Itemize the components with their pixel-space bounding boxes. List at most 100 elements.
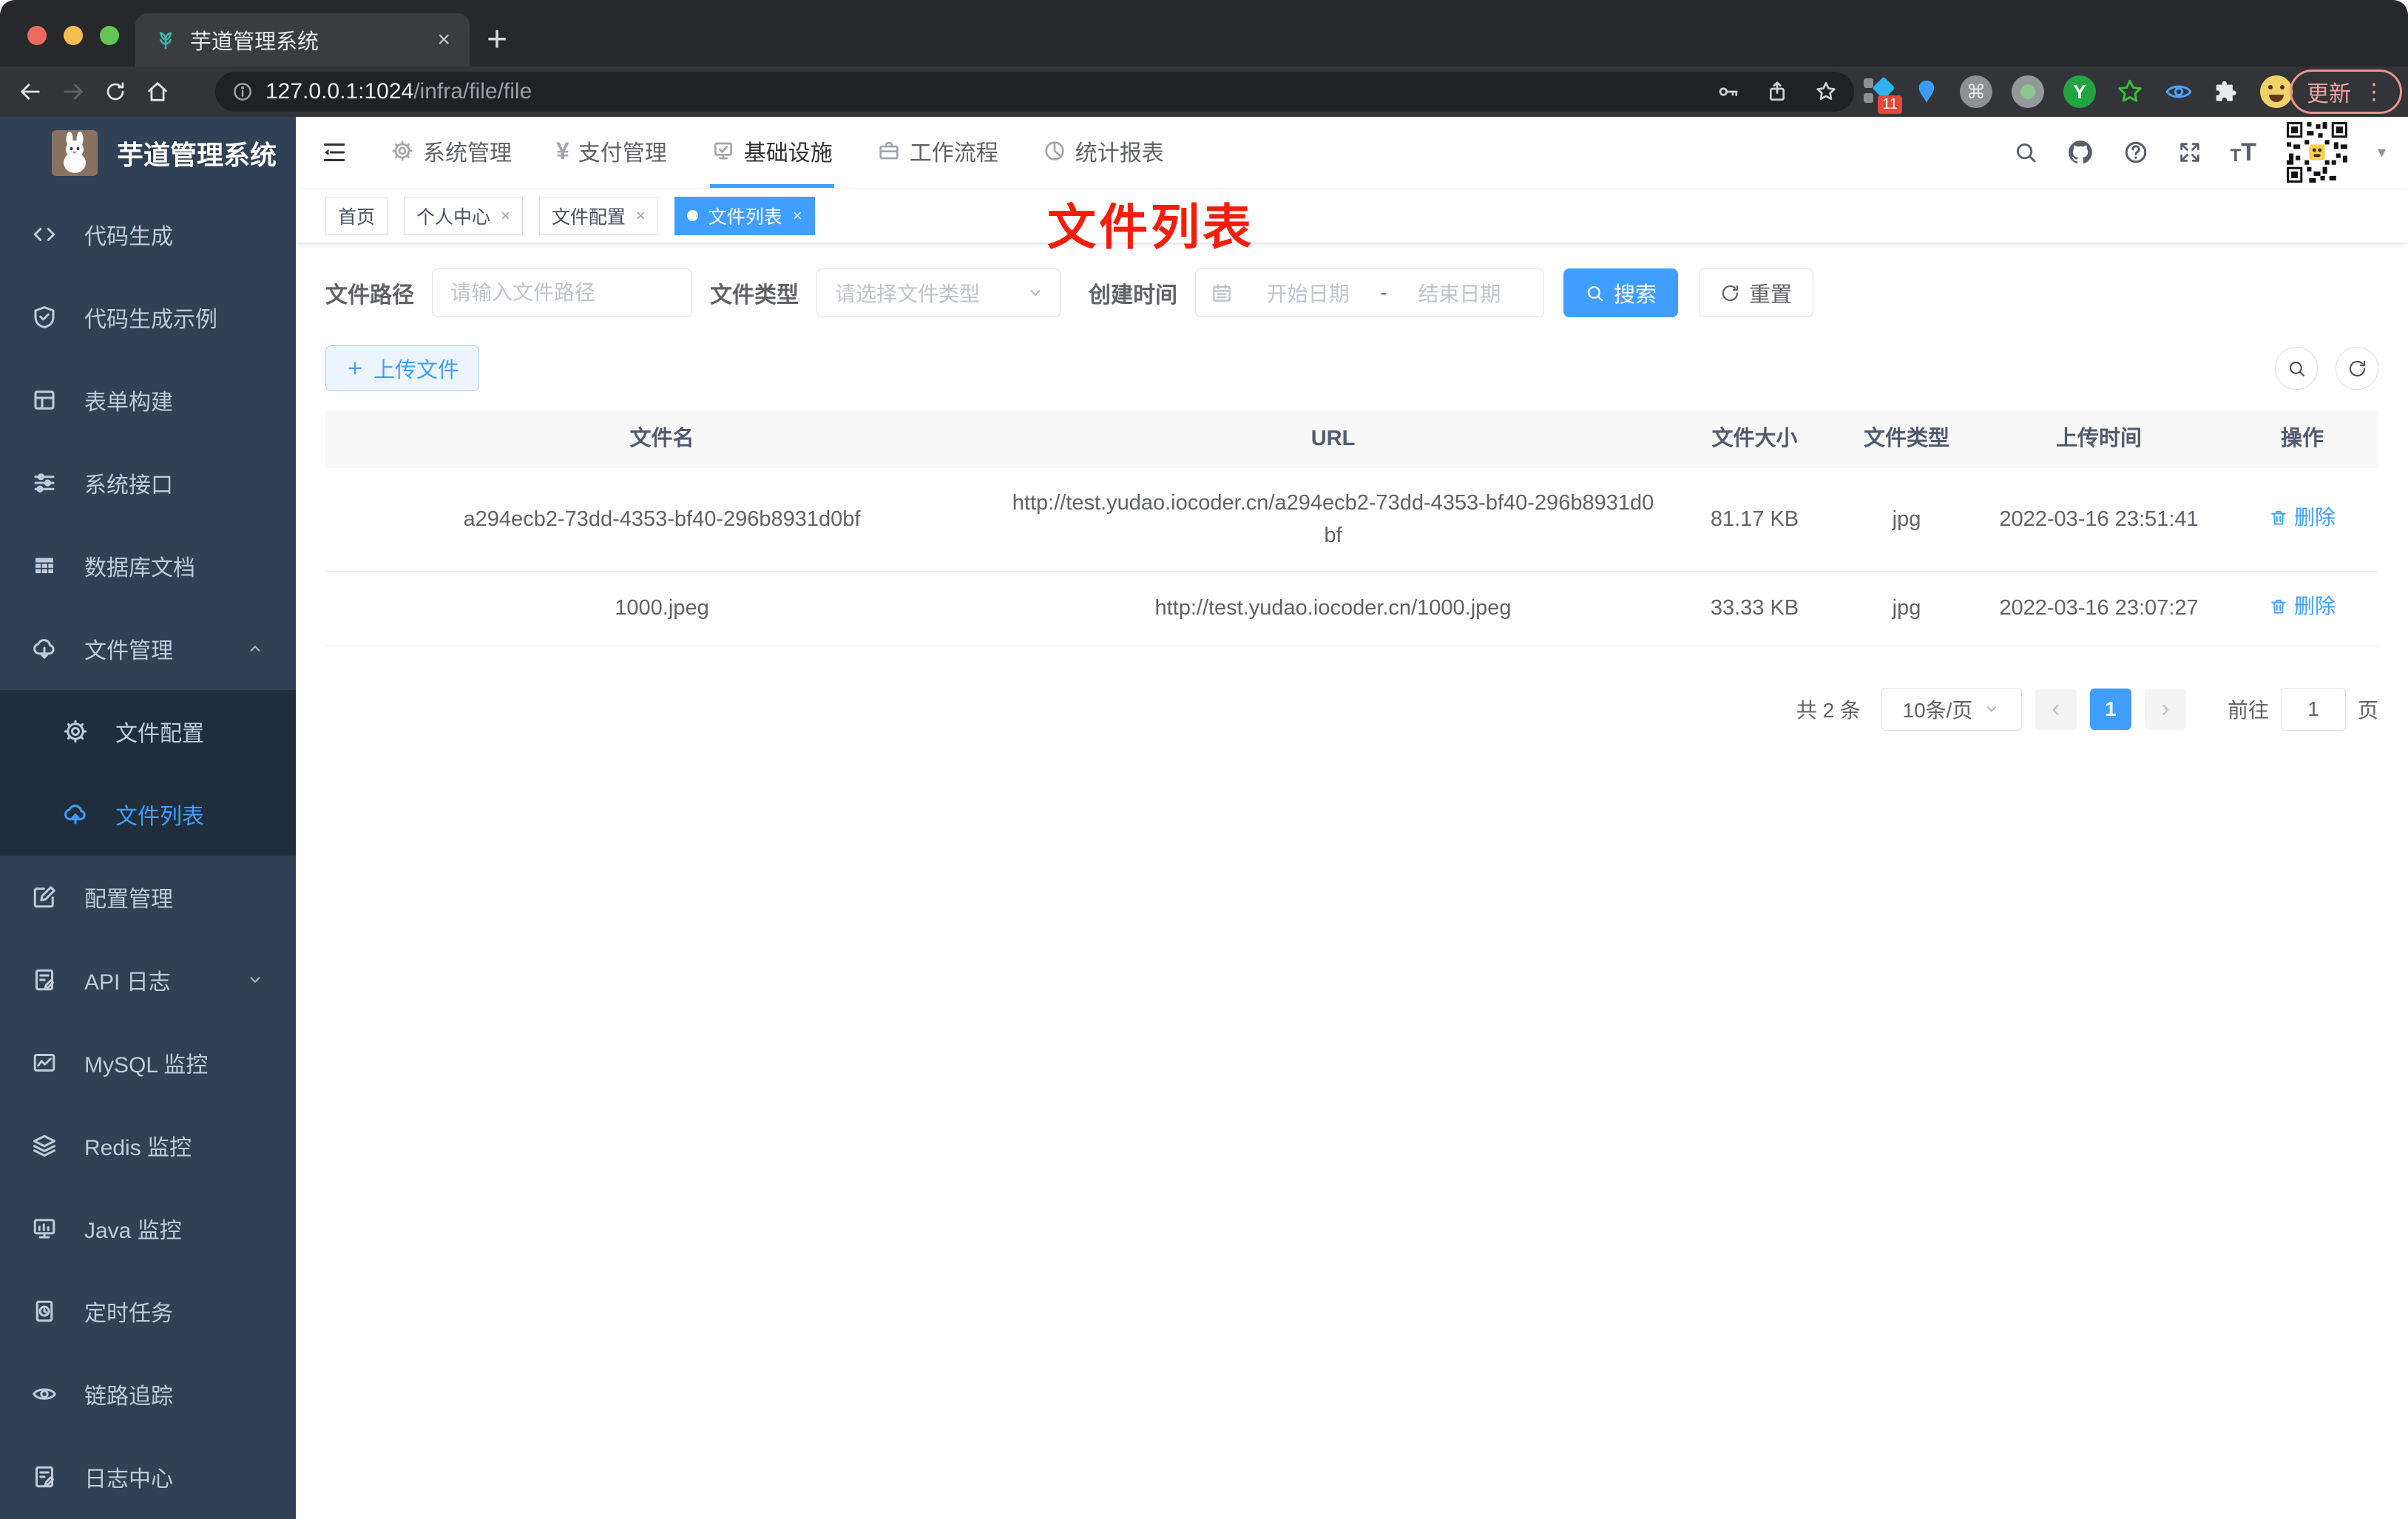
nav-reports[interactable]: 统计报表 (1041, 117, 1166, 188)
refresh-table-button[interactable] (2336, 347, 2378, 390)
close-icon[interactable]: × (636, 206, 646, 226)
date-separator: - (1380, 281, 1387, 304)
avatar-caret-icon[interactable]: ▾ (2378, 143, 2386, 162)
prev-page-button[interactable]: ‹ (2035, 688, 2077, 730)
trash-icon (2269, 508, 2288, 527)
window-minimize-button[interactable] (64, 26, 83, 45)
extension-emoji-icon[interactable] (2260, 75, 2293, 108)
tag-profile[interactable]: 个人中心 × (404, 196, 523, 235)
github-icon[interactable] (2066, 138, 2094, 166)
extension-balloon-icon[interactable] (1912, 78, 1941, 106)
extensions-puzzle-icon[interactable] (2213, 78, 2241, 106)
new-tab-button[interactable]: + (487, 19, 507, 61)
extension-command-icon[interactable]: ⌘ (1960, 75, 1992, 108)
tag-file-list[interactable]: 文件列表 × (674, 196, 815, 235)
shield-check-icon (31, 304, 58, 331)
extension-y-icon[interactable]: Y (2063, 75, 2096, 108)
sidebar-item-code-gen[interactable]: 代码生成 (0, 193, 296, 276)
extension-tampermonkey-icon[interactable]: 11 (1864, 76, 1902, 114)
window-close-button[interactable] (27, 26, 47, 45)
close-icon[interactable]: × (793, 206, 802, 226)
avatar[interactable] (2284, 120, 2350, 185)
create-time-label: 创建时间 (1089, 283, 1177, 308)
site-info-icon[interactable] (231, 81, 254, 103)
app-logo[interactable]: 芋道管理系统 (0, 117, 296, 189)
tag-home[interactable]: 首页 (325, 196, 388, 235)
password-key-icon[interactable] (1717, 80, 1740, 104)
sidebar-item-file-list[interactable]: 文件列表 (0, 773, 296, 856)
date-range-picker[interactable]: 开始日期 - 结束日期 (1195, 268, 1544, 317)
cell-type: jpg (1892, 596, 1921, 620)
chevron-up-icon (246, 639, 265, 658)
browser-menu-icon[interactable]: ⋮ (2363, 79, 2385, 105)
search-button[interactable]: 搜索 (1563, 268, 1679, 317)
toggle-search-button[interactable] (2275, 347, 2318, 390)
extension-star-icon[interactable] (2115, 77, 2145, 106)
tag-file-config[interactable]: 文件配置 × (538, 196, 658, 235)
next-page-button[interactable]: › (2144, 688, 2186, 730)
extension-eye-icon[interactable] (2164, 77, 2194, 106)
upload-file-button[interactable]: 上传文件 (325, 345, 480, 391)
sidebar-item-config-management[interactable]: 配置管理 (0, 856, 296, 938)
sidebar-item-system-api[interactable]: 系统接口 (0, 442, 296, 524)
sidebar-item-api-log[interactable]: API 日志 (0, 938, 296, 1021)
cloud-upload-icon (62, 801, 89, 828)
share-icon[interactable] (1765, 80, 1789, 104)
file-table: 文件名 URL 文件大小 文件类型 上传时间 操作 a294ecb2-73dd-… (325, 410, 2378, 646)
search-icon[interactable] (2013, 140, 2038, 165)
cell-url: http://test.yudao.iocoder.cn/a294ecb2-73… (1012, 491, 1654, 547)
browser-extensions: 11 ⌘ Y (1864, 68, 2293, 115)
page-number-1[interactable]: 1 (2089, 688, 2131, 730)
fullscreen-icon[interactable] (2177, 140, 2202, 165)
column-header-time: 上传时间 (2055, 427, 2142, 451)
table-header-row: 文件名 URL 文件大小 文件类型 上传时间 操作 (325, 410, 2378, 468)
page-size-select[interactable]: 10条/页 (1881, 687, 2022, 731)
reset-button[interactable]: 重置 (1699, 268, 1814, 317)
sidebar-item-mysql-monitor[interactable]: MySQL 监控 (0, 1021, 296, 1104)
file-path-input[interactable] (432, 268, 692, 317)
window-zoom-button[interactable] (100, 26, 119, 45)
sidebar-item-log-center[interactable]: 日志中心 (0, 1435, 296, 1518)
calendar-icon (1211, 282, 1233, 304)
nav-infrastructure[interactable]: 基础设施 (709, 117, 834, 188)
close-tab-icon[interactable]: × (437, 27, 450, 53)
help-icon[interactable] (2123, 139, 2149, 166)
delete-button[interactable]: 删除 (2269, 502, 2336, 533)
sidebar-item-file-config[interactable]: 文件配置 (0, 690, 296, 773)
browser-update-button[interactable]: 更新 ⋮ (2290, 70, 2402, 114)
collapse-sidebar-icon[interactable] (321, 139, 348, 166)
chart-pie-icon (1043, 139, 1066, 163)
sidebar-item-redis-monitor[interactable]: Redis 监控 (0, 1104, 296, 1187)
goto-page-input[interactable] (2280, 687, 2346, 731)
gear-icon (62, 718, 89, 745)
reload-icon[interactable] (104, 80, 127, 104)
edit-square-icon (31, 884, 58, 910)
sidebar-item-file-management[interactable]: 文件管理 (0, 607, 296, 690)
delete-button[interactable]: 删除 (2269, 591, 2336, 622)
nav-payment-management[interactable]: ¥ 支付管理 (555, 117, 669, 188)
extension-recorder-icon[interactable] (2012, 75, 2044, 108)
bookmark-star-icon[interactable] (1814, 80, 1838, 104)
sidebar-item-tracing[interactable]: 链路追踪 (0, 1353, 296, 1435)
sidebar-item-form-builder[interactable]: 表单构建 (0, 359, 296, 442)
sidebar-item-scheduled-tasks[interactable]: 定时任务 (0, 1270, 296, 1353)
table-row: 1000.jpeg http://test.yudao.iocoder.cn/1… (325, 572, 2378, 646)
file-type-select[interactable]: 请选择文件类型 (816, 268, 1061, 317)
nav-system-management[interactable]: 系统管理 (389, 117, 513, 188)
forward-icon[interactable] (61, 79, 86, 104)
address-bar[interactable]: 127.0.0.1:1024/infra/file/file (215, 72, 1854, 112)
back-icon[interactable] (18, 79, 43, 104)
plus-icon (345, 359, 365, 378)
home-icon[interactable] (145, 79, 170, 104)
nav-workflow[interactable]: 工作流程 (876, 117, 1000, 188)
browser-tab[interactable]: 芋道管理系统 × (135, 13, 470, 67)
close-icon[interactable]: × (501, 206, 510, 226)
sidebar-item-java-monitor[interactable]: Java 监控 (0, 1187, 296, 1270)
browser-tab-title: 芋道管理系统 (190, 30, 319, 54)
cell-url: http://test.yudao.iocoder.cn/1000.jpeg (1154, 596, 1512, 620)
sidebar-item-db-doc[interactable]: 数据库文档 (0, 524, 296, 607)
font-size-icon[interactable]: TT (2231, 140, 2256, 165)
sidebar-item-code-demo[interactable]: 代码生成示例 (0, 276, 296, 359)
table-icon (31, 552, 58, 579)
refresh-icon (1720, 283, 1740, 303)
